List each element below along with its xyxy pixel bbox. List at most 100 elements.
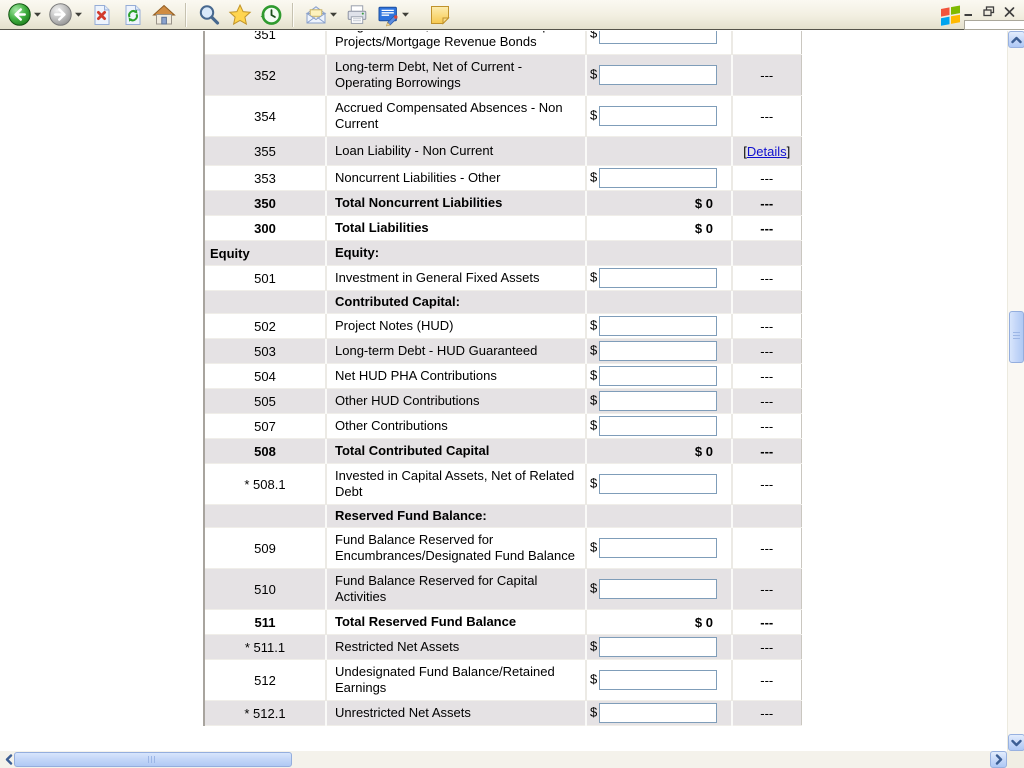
amount-cell: $ bbox=[586, 528, 732, 569]
amount-input[interactable] bbox=[599, 65, 717, 85]
horizontal-scrollbar[interactable] bbox=[0, 751, 1007, 768]
line-number: 352 bbox=[204, 55, 326, 96]
notes-cell: --- bbox=[732, 55, 801, 96]
line-description: Contributed Capital: bbox=[326, 291, 586, 314]
forward-icon bbox=[48, 2, 73, 27]
line-description: Undesignated Fund Balance/Retained Earni… bbox=[326, 660, 586, 701]
edit-button[interactable] bbox=[373, 1, 412, 29]
notes-cell: --- bbox=[732, 635, 801, 660]
edit-icon bbox=[375, 2, 400, 27]
notes-cell: --- bbox=[732, 216, 801, 241]
amount-input[interactable] bbox=[599, 341, 717, 361]
line-number: 354 bbox=[204, 96, 326, 137]
notes-cell: --- bbox=[732, 364, 801, 389]
dropdown-caret-icon[interactable] bbox=[33, 11, 42, 18]
notes-cell: --- bbox=[732, 610, 801, 635]
notes-cell: --- bbox=[732, 414, 801, 439]
notes-cell bbox=[732, 241, 801, 266]
table-row: * 511.1Restricted Net Assets$--- bbox=[204, 635, 801, 660]
notes-cell bbox=[732, 291, 801, 314]
line-number: * 511.1 bbox=[204, 635, 326, 660]
table-row: 510Fund Balance Reserved for Capital Act… bbox=[204, 569, 801, 610]
amount-input[interactable] bbox=[599, 366, 717, 386]
discuss-button[interactable] bbox=[425, 1, 454, 29]
line-description: Noncurrent Liabilities - Other bbox=[326, 166, 586, 191]
amount-input[interactable] bbox=[599, 416, 717, 436]
table-row: 355Loan Liability - Non Current[Details] bbox=[204, 137, 801, 166]
notes-cell: --- bbox=[732, 389, 801, 414]
line-description: Project Notes (HUD) bbox=[326, 314, 586, 339]
notes-cell: --- bbox=[732, 569, 801, 610]
table-row: 353Noncurrent Liabilities - Other$--- bbox=[204, 166, 801, 191]
back-button[interactable] bbox=[5, 1, 44, 29]
amount-input[interactable] bbox=[599, 106, 717, 126]
line-number: 353 bbox=[204, 166, 326, 191]
table-row: 505Other HUD Contributions$--- bbox=[204, 389, 801, 414]
amount-input[interactable] bbox=[599, 316, 717, 336]
table-row: 351Long-term Debt, Net of Current - Capi… bbox=[204, 31, 801, 55]
titlebar-strip bbox=[964, 20, 1024, 30]
print-button[interactable] bbox=[342, 1, 371, 29]
notes-cell bbox=[732, 31, 801, 55]
notes-cell: --- bbox=[732, 464, 801, 505]
amount-cell bbox=[586, 505, 732, 528]
dropdown-caret-icon[interactable] bbox=[401, 11, 410, 18]
stop-button[interactable] bbox=[87, 1, 116, 29]
dropdown-caret-icon[interactable] bbox=[329, 11, 338, 18]
table-row: 504Net HUD PHA Contributions$--- bbox=[204, 364, 801, 389]
scroll-down-button[interactable] bbox=[1008, 734, 1024, 751]
currency-symbol: $ bbox=[590, 107, 597, 122]
amount-input[interactable] bbox=[599, 474, 717, 494]
mail-button[interactable] bbox=[301, 1, 340, 29]
table-row: EquityEquity: bbox=[204, 241, 801, 266]
amount-cell: $ bbox=[586, 166, 732, 191]
amount-input[interactable] bbox=[599, 268, 717, 288]
scroll-right-button[interactable] bbox=[990, 751, 1007, 768]
scroll-up-button[interactable] bbox=[1008, 31, 1024, 48]
amount-cell: $ 0 bbox=[586, 610, 732, 635]
table-row: * 512.1Unrestricted Net Assets$--- bbox=[204, 701, 801, 726]
details-link[interactable]: Details bbox=[747, 144, 787, 159]
table-row: Reserved Fund Balance: bbox=[204, 505, 801, 528]
amount-input[interactable] bbox=[599, 538, 717, 558]
amount-input[interactable] bbox=[599, 391, 717, 411]
currency-symbol: $ bbox=[590, 169, 597, 184]
restore-button[interactable] bbox=[982, 5, 996, 18]
notes-cell: --- bbox=[732, 339, 801, 364]
table-row: 300Total Liabilities$ 0--- bbox=[204, 216, 801, 241]
horizontal-scrollbar-thumb[interactable] bbox=[14, 752, 292, 767]
browser-window: 351Long-term Debt, Net of Current - Capi… bbox=[0, 0, 1024, 768]
line-number: 501 bbox=[204, 266, 326, 291]
currency-symbol: $ bbox=[590, 317, 597, 332]
notes-cell: --- bbox=[732, 439, 801, 464]
forward-button[interactable] bbox=[46, 1, 85, 29]
amount-input[interactable] bbox=[599, 31, 717, 44]
search-icon bbox=[196, 2, 221, 27]
amount-input[interactable] bbox=[599, 703, 717, 723]
amount-input[interactable] bbox=[599, 168, 717, 188]
line-number: 510 bbox=[204, 569, 326, 610]
currency-symbol: $ bbox=[590, 31, 597, 40]
home-button[interactable] bbox=[149, 1, 178, 29]
line-description: Total Reserved Fund Balance bbox=[326, 610, 586, 635]
amount-input[interactable] bbox=[599, 637, 717, 657]
line-description: Reserved Fund Balance: bbox=[326, 505, 586, 528]
currency-symbol: $ bbox=[590, 539, 597, 554]
amount-input[interactable] bbox=[599, 670, 717, 690]
vertical-scrollbar[interactable] bbox=[1007, 31, 1024, 751]
line-number: 350 bbox=[204, 191, 326, 216]
minimize-button[interactable] bbox=[962, 6, 975, 18]
refresh-button[interactable] bbox=[118, 1, 147, 29]
amount-cell: $ bbox=[586, 364, 732, 389]
favorites-button[interactable] bbox=[225, 1, 254, 29]
amount-cell: $ bbox=[586, 414, 732, 439]
history-button[interactable] bbox=[256, 1, 285, 29]
notes-cell: --- bbox=[732, 660, 801, 701]
vertical-scrollbar-thumb[interactable] bbox=[1009, 311, 1024, 363]
stop-icon bbox=[89, 2, 114, 27]
amount-input[interactable] bbox=[599, 579, 717, 599]
close-button[interactable] bbox=[1003, 6, 1016, 18]
line-number: 300 bbox=[204, 216, 326, 241]
dropdown-caret-icon[interactable] bbox=[74, 11, 83, 18]
search-button[interactable] bbox=[194, 1, 223, 29]
